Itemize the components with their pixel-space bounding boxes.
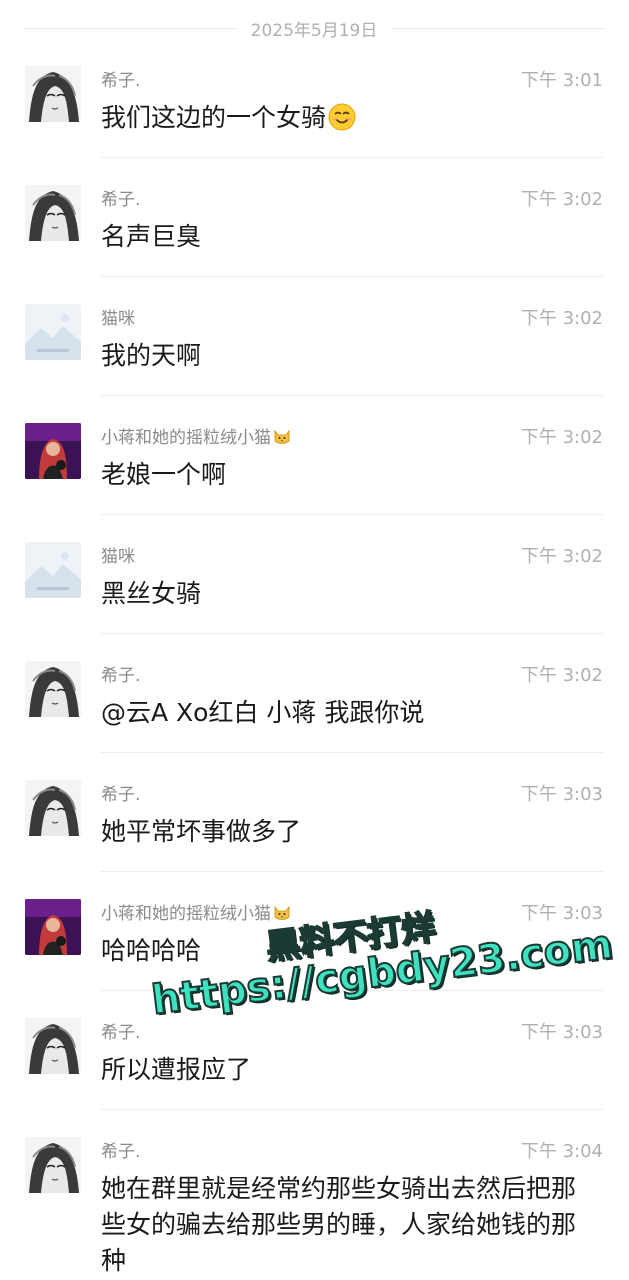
message-text[interactable]: 她在群里就是经常约那些女骑出去然后把那些女的骗去给那些男的睡，人家给她钱的那种 (101, 1171, 593, 1279)
sender-name[interactable]: 希子. (101, 1137, 140, 1162)
message-time: 下午 3:01 (520, 70, 603, 91)
sender-name[interactable]: 猫咪 (101, 304, 135, 329)
message-time: 下午 3:03 (520, 903, 603, 924)
message-text[interactable]: 名声巨臭 (101, 219, 601, 255)
purple-photo-avatar[interactable] (25, 899, 81, 955)
message-separator (101, 871, 603, 872)
message-time: 下午 3:03 (520, 784, 603, 805)
message-time: 下午 3:02 (520, 308, 603, 329)
sender-name[interactable]: 希子. (101, 661, 140, 686)
message-separator (101, 514, 603, 515)
message-time: 下午 3:02 (520, 189, 603, 210)
message-text[interactable]: 所以遭报应了 (101, 1052, 601, 1088)
message-text[interactable]: 老娘一个啊 (101, 457, 601, 493)
divider-line (391, 27, 604, 29)
image-placeholder-avatar[interactable] (25, 304, 81, 360)
divider-line (24, 27, 237, 29)
message-separator (101, 157, 603, 158)
message-time: 下午 3:03 (520, 1022, 603, 1043)
message-text[interactable]: 我们这边的一个女骑 (101, 100, 601, 136)
manga-girl-avatar[interactable] (25, 1137, 81, 1193)
message-text[interactable]: @云A Xo红白 小蒋 我跟你说 (101, 695, 601, 731)
message-text[interactable]: 她平常坏事做多了 (101, 814, 601, 850)
cat-face-emoji-icon (274, 429, 290, 444)
sender-name[interactable]: 希子. (101, 185, 140, 210)
manga-girl-avatar[interactable] (25, 661, 81, 717)
message-separator (101, 752, 603, 753)
message-time: 下午 3:04 (520, 1141, 603, 1162)
date-label: 2025年5月19日 (250, 20, 378, 41)
purple-photo-avatar[interactable] (25, 423, 81, 479)
manga-girl-avatar[interactable] (25, 66, 81, 122)
sender-name[interactable]: 希子. (101, 780, 140, 805)
message-text[interactable]: 我的天啊 (101, 338, 601, 374)
sender-name-text: 小蒋和她的摇粒绒小猫 (101, 428, 271, 448)
sender-name[interactable]: 希子. (101, 66, 140, 91)
sender-name[interactable]: 希子. (101, 1018, 140, 1043)
sender-name-text: 小蒋和她的摇粒绒小猫 (101, 904, 271, 924)
message-separator (101, 395, 603, 396)
manga-girl-avatar[interactable] (25, 1018, 81, 1074)
chat-history-page: 2025年5月19日 希子. 下午 3:01 我们这边的一个女骑 希子. 下午 … (0, 0, 629, 1280)
message-separator (101, 1109, 603, 1110)
message-time: 下午 3:02 (520, 546, 603, 567)
message-text-body: 我们这边的一个女骑 (101, 103, 327, 132)
manga-girl-avatar[interactable] (25, 185, 81, 241)
smiling-face-emoji-icon (328, 103, 356, 131)
message-separator (101, 276, 603, 277)
image-placeholder-avatar[interactable] (25, 542, 81, 598)
message-separator (101, 633, 603, 634)
manga-girl-avatar[interactable] (25, 780, 81, 836)
date-divider: 2025年5月19日 (24, 10, 604, 46)
message-time: 下午 3:02 (520, 665, 603, 686)
message-text[interactable]: 黑丝女骑 (101, 576, 601, 612)
message-time: 下午 3:02 (520, 427, 603, 448)
sender-name[interactable]: 猫咪 (101, 542, 135, 567)
sender-name[interactable]: 小蒋和她的摇粒绒小猫 (101, 423, 291, 448)
